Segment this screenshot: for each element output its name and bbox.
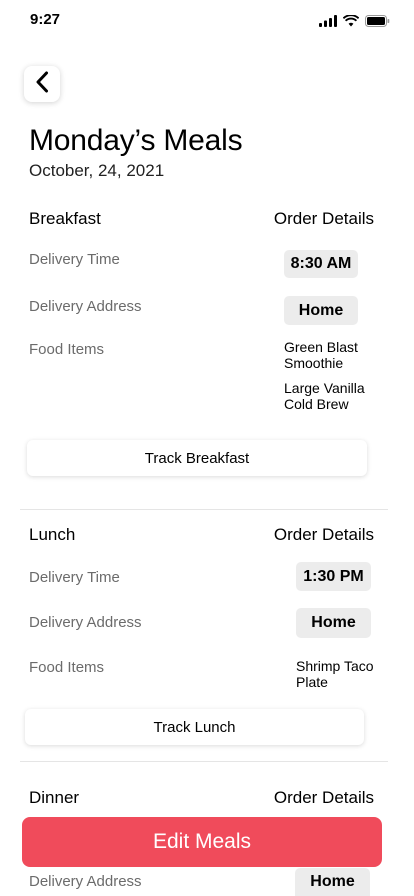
page-title: Monday’s Meals [29, 124, 243, 157]
breakfast-delivery-time-label: Delivery Time [29, 251, 120, 268]
dinner-delivery-address-label: Delivery Address [29, 873, 142, 890]
section-divider [20, 509, 388, 510]
track-breakfast-button[interactable]: Track Breakfast [27, 440, 367, 476]
status-time: 9:27 [30, 11, 61, 28]
food-item: Shrimp Taco Plate [296, 658, 374, 690]
breakfast-delivery-address-label: Delivery Address [29, 298, 142, 315]
lunch-food-items-label: Food Items [29, 659, 105, 676]
page-date: October, 24, 2021 [29, 161, 165, 180]
food-item: Green Blast Smoothie [284, 339, 358, 371]
status-bar: 9:27 [0, 0, 414, 44]
battery-icon [365, 14, 390, 32]
signal-icon [319, 14, 337, 32]
status-icons [319, 14, 390, 32]
back-button[interactable] [24, 66, 60, 102]
food-item: Large Vanilla Cold Brew [284, 380, 365, 412]
wifi-icon [342, 14, 360, 32]
dinner-title: Dinner [29, 788, 80, 807]
section-divider [20, 761, 388, 762]
edit-meals-button[interactable]: Edit Meals [22, 817, 382, 867]
breakfast-title: Breakfast [29, 209, 101, 228]
breakfast-delivery-time: 8:30 AM [284, 250, 358, 278]
lunch-delivery-time-label: Delivery Time [29, 569, 120, 586]
dinner-order-details-heading: Order Details [273, 788, 374, 807]
lunch-delivery-address: Home [296, 608, 371, 638]
breakfast-order-details-heading: Order Details [273, 209, 374, 228]
dinner-delivery-address: Home [295, 868, 370, 896]
breakfast-food-items-label: Food Items [29, 341, 105, 358]
lunch-title: Lunch [29, 525, 76, 544]
breakfast-delivery-address: Home [284, 296, 358, 325]
chevron-left-icon [35, 71, 49, 98]
track-lunch-button[interactable]: Track Lunch [25, 709, 364, 745]
lunch-delivery-address-label: Delivery Address [29, 614, 142, 631]
lunch-delivery-time: 1:30 PM [296, 562, 371, 591]
lunch-order-details-heading: Order Details [273, 525, 374, 544]
